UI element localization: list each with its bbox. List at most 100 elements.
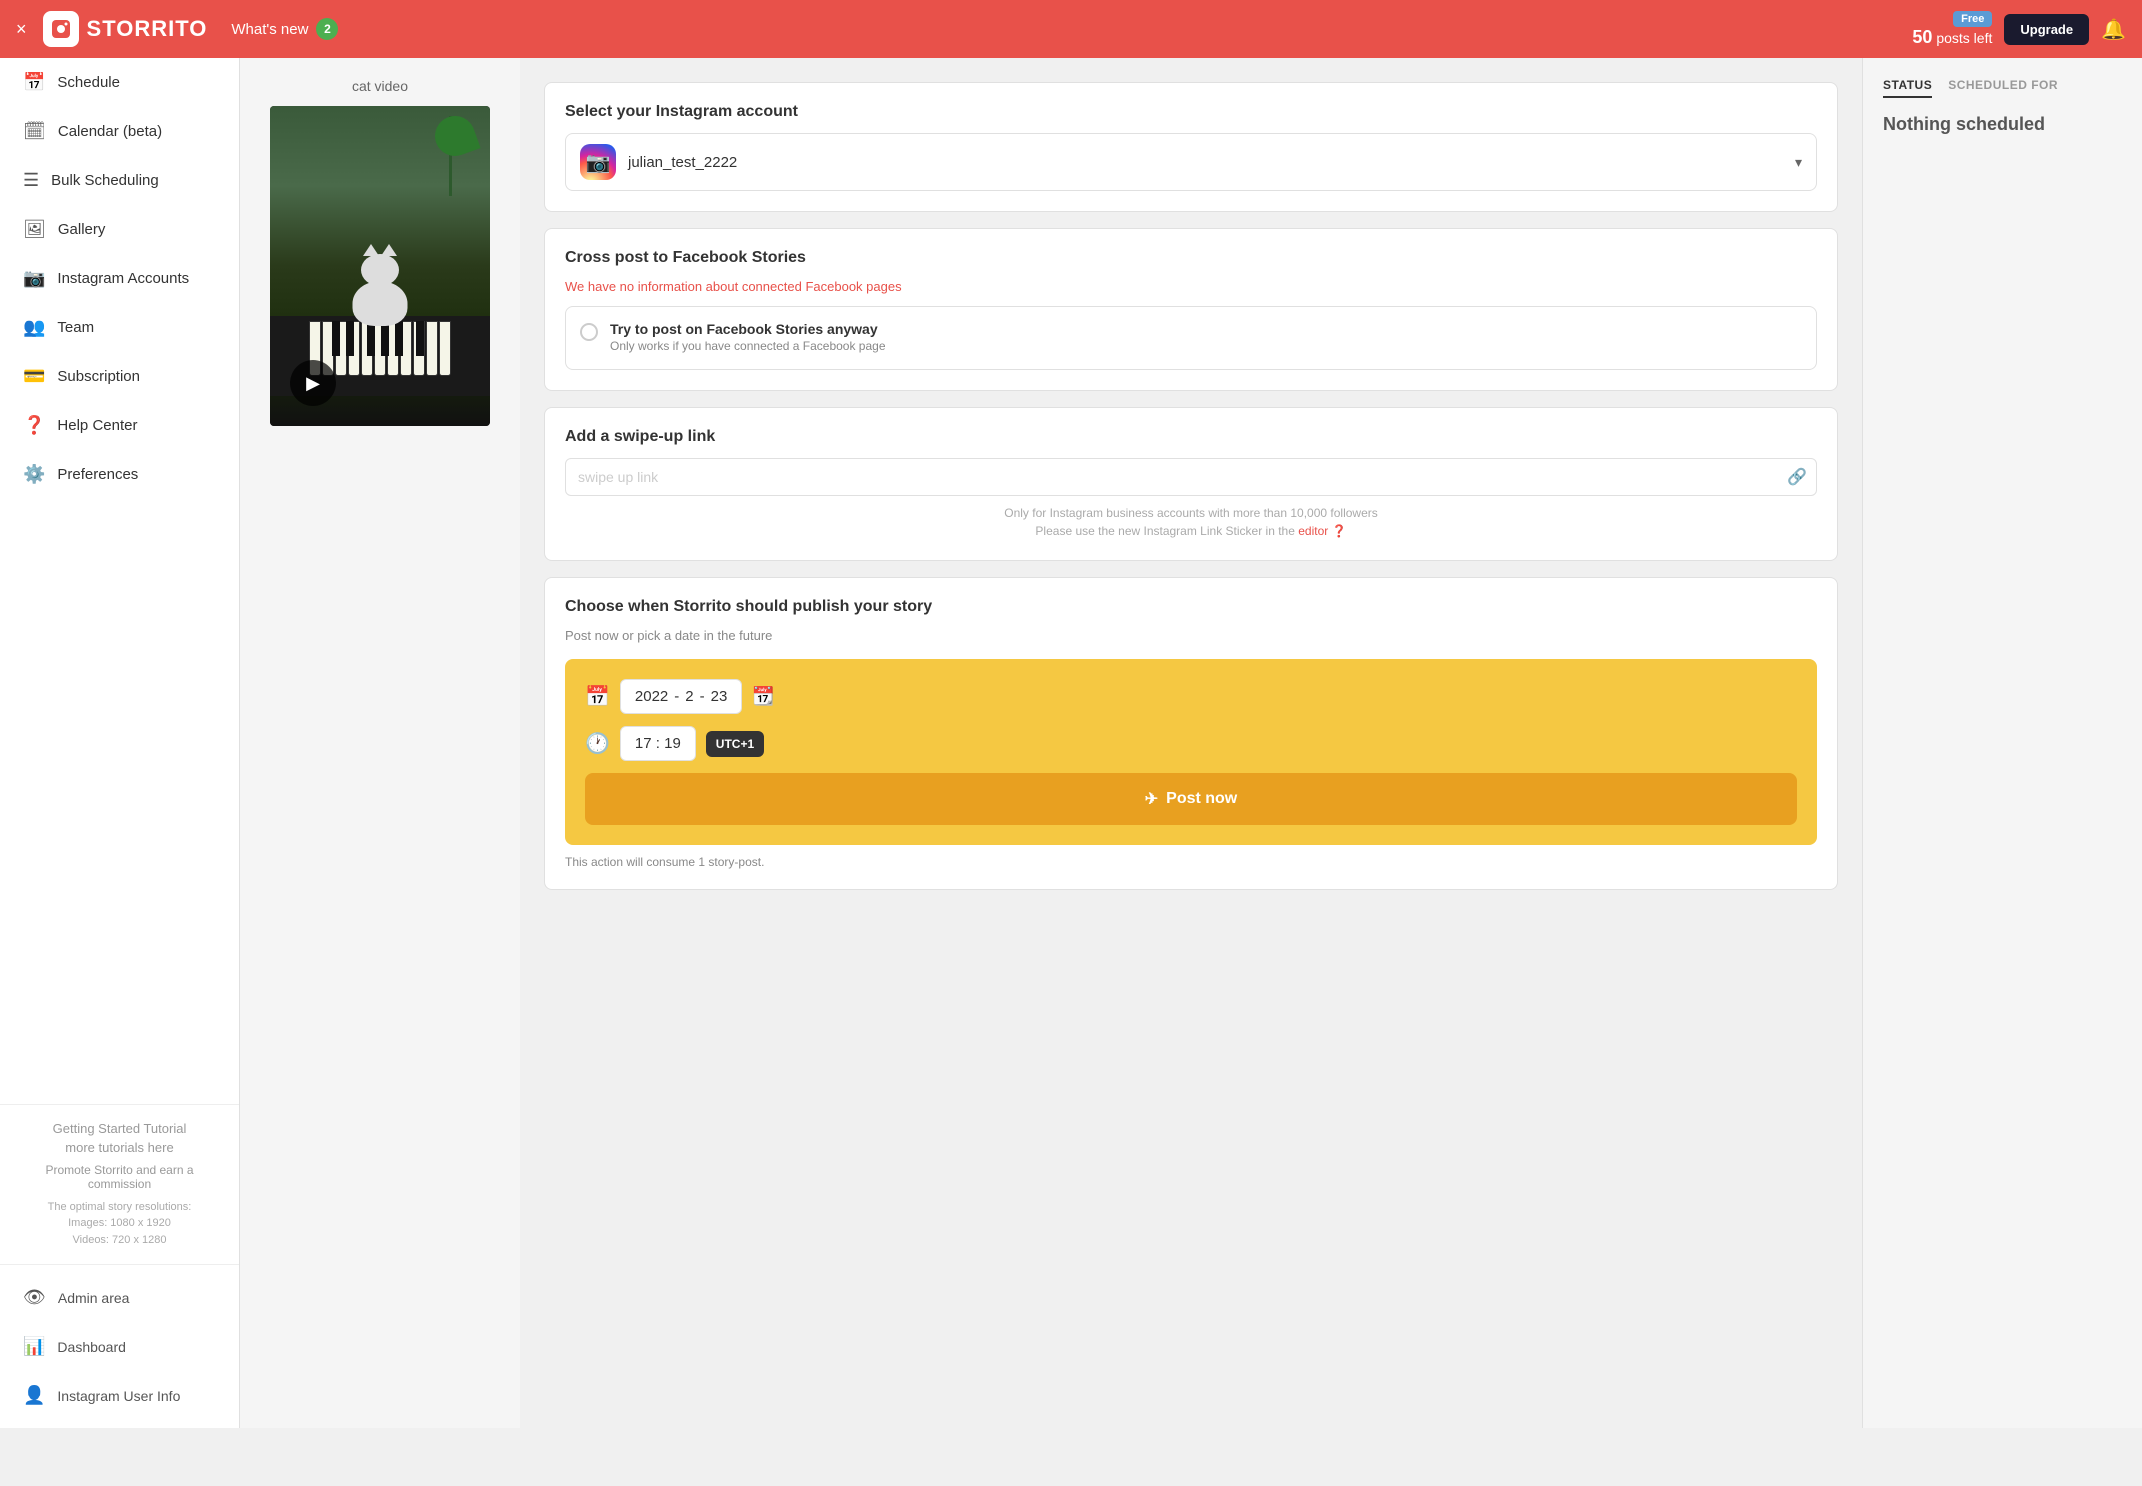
sidebar-item-label: Instagram User Info — [57, 1388, 180, 1404]
sidebar-item-label: Bulk Scheduling — [51, 172, 159, 189]
sidebar-item-subscription[interactable]: 💳 Subscription — [0, 352, 239, 401]
whats-new-badge: 2 — [316, 18, 338, 40]
close-icon[interactable]: × — [16, 19, 27, 40]
config-panel: Select your Instagram account 📷 julian_t… — [520, 58, 1862, 1428]
upgrade-button[interactable]: Upgrade — [2004, 14, 2089, 45]
datetime-box: 📅 2022 - 2 - 23 📆 🕐 17 — [565, 659, 1817, 845]
select-account-title: Select your Instagram account — [565, 103, 1817, 121]
help-icon: ❓ — [23, 415, 45, 436]
sidebar-item-schedule[interactable]: 📅 Schedule — [0, 58, 239, 107]
instagram-icon: 📷 — [23, 268, 45, 289]
swipe-up-input[interactable] — [565, 458, 1817, 496]
sidebar-item-label: Schedule — [57, 74, 120, 91]
dashboard-icon: 📊 — [23, 1336, 45, 1357]
sidebar-item-calendar[interactable]: 🗓 Calendar (beta) — [0, 107, 239, 156]
team-icon: 👥 — [23, 317, 45, 338]
media-title: cat video — [352, 78, 408, 94]
app-logo: STORRITO — [43, 11, 208, 47]
free-badge: Free — [1953, 11, 1992, 27]
sidebar-footer: Getting Started Tutorial more tutorials … — [0, 1104, 239, 1265]
main-content: cat video — [240, 58, 2142, 1428]
checkbox-text: Try to post on Facebook Stories anyway O… — [610, 321, 886, 355]
post-now-button[interactable]: ✈ Post now — [585, 773, 1797, 825]
cross-post-description: We have no information about connected F… — [565, 279, 1817, 294]
send-icon: ✈ — [1145, 789, 1158, 809]
logo-icon — [43, 11, 79, 47]
bulk-icon: ☰ — [23, 170, 39, 191]
posts-left: 50 posts left — [1912, 27, 1992, 48]
publish-subtitle: Post now or pick a date in the future — [565, 628, 1817, 643]
cross-post-card: Cross post to Facebook Stories We have n… — [544, 228, 1838, 391]
tutorial-link[interactable]: Getting Started Tutorial — [20, 1121, 219, 1136]
sidebar-item-label: Preferences — [57, 466, 138, 483]
app-body: 📅 Schedule 🗓 Calendar (beta) ☰ Bulk Sche… — [0, 58, 2142, 1428]
date-row: 📅 2022 - 2 - 23 📆 — [585, 679, 1797, 714]
sidebar-item-label: Team — [57, 319, 94, 336]
timezone-badge: UTC+1 — [706, 731, 764, 757]
account-name: julian_test_2222 — [628, 154, 1783, 171]
calendar-icon: 📅 — [585, 684, 610, 709]
sidebar-item-instagram-accounts[interactable]: 📷 Instagram Accounts — [0, 254, 239, 303]
cat-head — [361, 254, 399, 286]
sidebar-item-admin[interactable]: 👁 Admin area — [0, 1273, 239, 1322]
resolution-info: The optimal story resolutions: Images: 1… — [20, 1199, 219, 1249]
sidebar-item-gallery[interactable]: 🖼 Gallery — [0, 205, 239, 254]
play-button[interactable]: ▶ — [290, 360, 336, 406]
instagram-logo-icon: 📷 — [580, 144, 616, 180]
cross-post-title: Cross post to Facebook Stories — [565, 249, 1817, 267]
user-info-icon: 👤 — [23, 1385, 45, 1406]
sidebar-item-label: Subscription — [57, 368, 140, 385]
gallery-icon: 🖼 — [23, 219, 46, 240]
swipe-up-title: Add a swipe-up link — [565, 428, 1817, 446]
sidebar-item-label: Admin area — [58, 1290, 130, 1306]
swipe-input-wrap: 🔗 — [565, 458, 1817, 496]
sidebar-item-label: Calendar (beta) — [58, 123, 162, 140]
schedule-icon: 📅 — [23, 72, 45, 93]
subscription-icon: 💳 — [23, 366, 45, 387]
promote-text: Promote Storrito and earn a commission — [20, 1163, 219, 1191]
notification-bell-icon[interactable]: 🔔 — [2101, 17, 2126, 42]
logo-text: STORRITO — [87, 16, 208, 42]
sidebar-item-label: Help Center — [57, 417, 137, 434]
story-consume-note: This action will consume 1 story-post. — [565, 855, 1817, 869]
editor-link[interactable]: editor — [1298, 524, 1328, 538]
sidebar-item-label: Dashboard — [57, 1339, 126, 1355]
nothing-scheduled: Nothing scheduled — [1883, 114, 2122, 135]
sidebar-item-dashboard[interactable]: 📊 Dashboard — [0, 1322, 239, 1371]
facebook-stories-option[interactable]: Try to post on Facebook Stories anyway O… — [565, 306, 1817, 370]
publish-card: Choose when Storrito should publish your… — [544, 577, 1838, 890]
swipe-up-card: Add a swipe-up link 🔗 Only for Instagram… — [544, 407, 1838, 561]
sidebar-bottom: 👁 Admin area 📊 Dashboard 👤 Instagram Use… — [0, 1264, 239, 1428]
sidebar-item-preferences[interactable]: ⚙️ Preferences — [0, 450, 239, 499]
sidebar: 📅 Schedule 🗓 Calendar (beta) ☰ Bulk Sche… — [0, 58, 240, 1428]
tab-status[interactable]: STATUS — [1883, 78, 1932, 98]
link-icon: 🔗 — [1787, 467, 1807, 487]
time-input[interactable]: 17 : 19 — [620, 726, 696, 761]
time-row: 🕐 17 : 19 UTC+1 — [585, 726, 1797, 761]
cat-body — [353, 281, 408, 326]
sidebar-item-bulk[interactable]: ☰ Bulk Scheduling — [0, 156, 239, 205]
date-input[interactable]: 2022 - 2 - 23 — [620, 679, 742, 714]
connected-link[interactable]: connected — [742, 279, 802, 294]
header-right: Free 50 posts left Upgrade 🔔 — [1912, 11, 2126, 48]
radio-button[interactable] — [580, 323, 598, 341]
plant-right — [420, 116, 480, 236]
whats-new-button[interactable]: What's new 2 — [231, 18, 338, 40]
sidebar-item-label: Instagram Accounts — [57, 270, 189, 287]
tab-scheduled-for[interactable]: SCHEDULED FOR — [1948, 78, 2058, 98]
open-calendar-icon[interactable]: 📆 — [752, 686, 774, 707]
right-panel: STATUS SCHEDULED FOR Nothing scheduled — [1862, 58, 2142, 1428]
admin-icon: 👁 — [23, 1287, 46, 1308]
publish-title: Choose when Storrito should publish your… — [565, 598, 1817, 616]
whats-new-label: What's new — [231, 21, 308, 38]
media-preview: ▶ — [270, 106, 490, 426]
clock-icon: 🕐 — [585, 731, 610, 756]
sidebar-item-user-info[interactable]: 👤 Instagram User Info — [0, 1371, 239, 1420]
sidebar-item-help[interactable]: ❓ Help Center — [0, 401, 239, 450]
chevron-down-icon: ▾ — [1795, 154, 1802, 171]
account-selector[interactable]: 📷 julian_test_2222 ▾ — [565, 133, 1817, 191]
sidebar-item-team[interactable]: 👥 Team — [0, 303, 239, 352]
calendar-icon: 🗓 — [23, 121, 46, 142]
black-keys — [270, 321, 490, 356]
swipe-note: Only for Instagram business accounts wit… — [565, 504, 1817, 540]
